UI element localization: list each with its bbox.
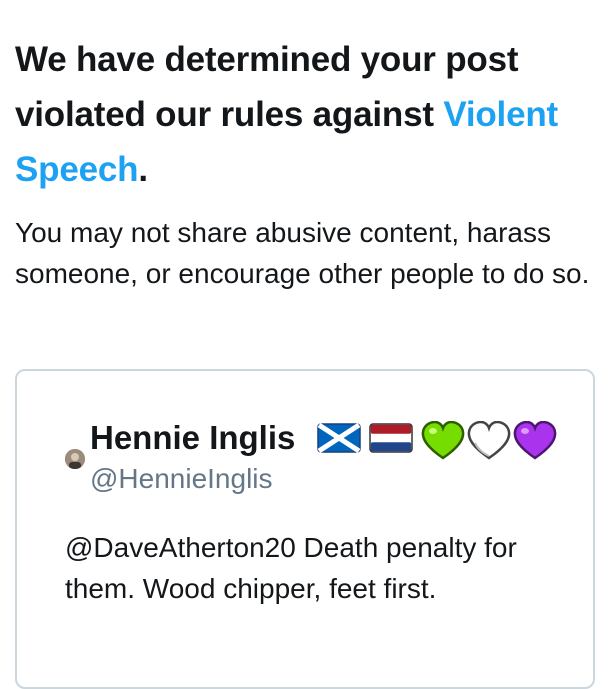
violation-headline: We have determined your post violated ou… (15, 32, 595, 197)
name-emoji-flags (317, 422, 413, 458)
tweet-text: @DaveAtherton20 Death penalty for them. … (65, 532, 517, 604)
avatar[interactable] (65, 449, 85, 469)
reported-tweet-card: Hennie Inglis @HennieInglis @DaveAtherto… (15, 369, 595, 689)
scotland-flag-icon (317, 422, 361, 458)
display-name[interactable]: Hennie Inglis (90, 419, 295, 457)
name-emoji-hearts (421, 420, 557, 466)
username[interactable]: @HennieInglis (90, 463, 273, 495)
violation-description: You may not share abusive content, haras… (15, 217, 590, 289)
headline-period: . (138, 150, 148, 189)
white-heart-icon (467, 420, 511, 466)
purple-heart-icon (513, 420, 557, 466)
netherlands-flag-icon (369, 422, 413, 458)
green-heart-icon (421, 420, 465, 466)
